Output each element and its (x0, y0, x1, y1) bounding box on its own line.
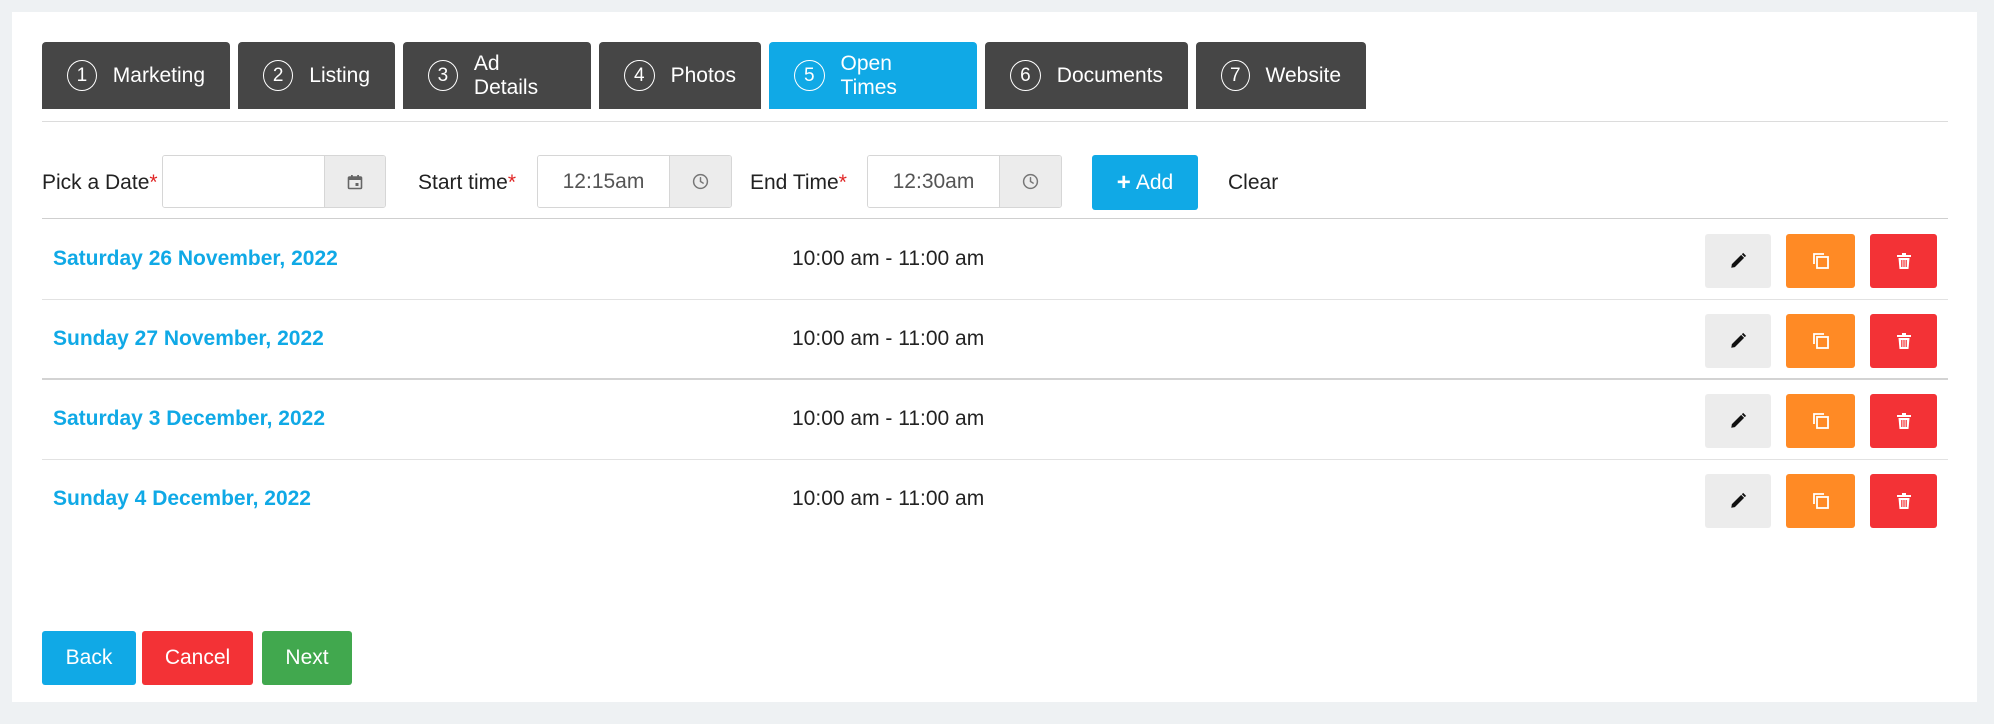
trash-icon (1896, 253, 1911, 269)
tab-open-times[interactable]: 5 Open Times (769, 42, 977, 109)
copy-icon (1812, 333, 1829, 349)
edit-button[interactable] (1705, 474, 1771, 528)
start-time-label: Start time* (418, 171, 517, 194)
end-time-input[interactable] (868, 156, 999, 207)
tab-label: Ad Details (473, 51, 539, 99)
open-time-range: 10:00 am - 11:00 am (792, 327, 985, 350)
back-button[interactable]: Back (42, 631, 136, 685)
calendar-icon (347, 174, 363, 189)
date-input[interactable] (163, 156, 324, 207)
add-button-label: Add (1135, 170, 1174, 194)
list-item: Sunday 4 December, 2022 10:00 am - 11:00… (42, 460, 1948, 540)
start-time-input[interactable] (538, 156, 669, 207)
required-mark: * (838, 171, 847, 194)
tab-photos[interactable]: 4 Photos (599, 42, 761, 109)
cancel-button[interactable]: Cancel (142, 631, 253, 685)
end-time-picker (867, 155, 1062, 208)
plus-icon: + (1116, 168, 1131, 196)
duplicate-button[interactable] (1786, 234, 1855, 288)
tab-listing[interactable]: 2 Listing (238, 42, 395, 109)
date-picker (162, 155, 386, 208)
open-times-list: Saturday 26 November, 2022 10:00 am - 11… (42, 220, 1948, 540)
next-button[interactable]: Next (262, 631, 352, 685)
trash-icon (1896, 333, 1911, 349)
step-number: 2 (263, 60, 294, 91)
tab-documents[interactable]: 6 Documents (985, 42, 1188, 109)
step-number: 5 (794, 60, 825, 91)
step-number: 4 (624, 60, 655, 91)
pencil-icon (1731, 332, 1747, 348)
start-time-clock-button[interactable] (669, 156, 731, 207)
tab-ad-details[interactable]: 3 Ad Details (403, 42, 591, 109)
tab-label: Photos (670, 63, 736, 87)
clock-icon (692, 173, 709, 190)
duplicate-button[interactable] (1786, 394, 1855, 448)
tab-website[interactable]: 7 Website (1196, 42, 1366, 109)
end-time-label: End Time* (750, 171, 847, 194)
list-item: Sunday 27 November, 2022 10:00 am - 11:0… (42, 300, 1948, 380)
open-time-date[interactable]: Sunday 4 December, 2022 (53, 487, 311, 511)
tab-label: Documents (1056, 63, 1163, 87)
tab-label: Marketing (112, 63, 205, 87)
calendar-button[interactable] (324, 156, 385, 207)
pencil-icon (1731, 492, 1747, 508)
edit-button[interactable] (1705, 234, 1771, 288)
clock-icon (1022, 173, 1039, 190)
required-mark: * (149, 171, 158, 194)
edit-button[interactable] (1705, 314, 1771, 368)
open-time-date[interactable]: Sunday 27 November, 2022 (53, 327, 324, 351)
step-number: 7 (1221, 60, 1250, 91)
delete-button[interactable] (1870, 234, 1937, 288)
row-actions (1705, 314, 1937, 368)
required-mark: * (507, 171, 517, 194)
delete-button[interactable] (1870, 394, 1937, 448)
row-actions (1705, 234, 1937, 288)
step-number: 6 (1010, 60, 1041, 91)
start-time-picker (537, 155, 732, 208)
duplicate-button[interactable] (1786, 314, 1855, 368)
delete-button[interactable] (1870, 474, 1937, 528)
end-time-clock-button[interactable] (999, 156, 1061, 207)
date-label: Pick a Date* (42, 171, 158, 194)
step-number: 3 (428, 60, 458, 91)
duplicate-button[interactable] (1786, 474, 1855, 528)
open-time-range: 10:00 am - 11:00 am (792, 247, 985, 270)
tab-label: Open Times (840, 51, 897, 99)
copy-icon (1812, 413, 1829, 429)
edit-button[interactable] (1705, 394, 1771, 448)
clear-button[interactable]: Clear (1228, 171, 1278, 195)
copy-icon (1812, 253, 1829, 269)
delete-button[interactable] (1870, 314, 1937, 368)
trash-icon (1896, 493, 1911, 509)
pencil-icon (1731, 412, 1747, 428)
open-time-range: 10:00 am - 11:00 am (792, 407, 985, 430)
add-open-time-button[interactable]: + Add (1092, 155, 1198, 210)
step-number: 1 (67, 60, 97, 91)
copy-icon (1812, 493, 1829, 509)
row-actions (1705, 474, 1937, 528)
trash-icon (1896, 413, 1911, 429)
tab-label: Website (1265, 63, 1341, 87)
open-time-range: 10:00 am - 11:00 am (792, 487, 985, 510)
tab-marketing[interactable]: 1 Marketing (42, 42, 230, 109)
open-time-date[interactable]: Saturday 26 November, 2022 (53, 247, 338, 271)
list-item: Saturday 3 December, 2022 10:00 am - 11:… (42, 380, 1948, 460)
open-times-panel: 1 Marketing 2 Listing 3 Ad Details 4 Pho… (12, 12, 1977, 702)
open-time-date[interactable]: Saturday 3 December, 2022 (53, 407, 325, 431)
pencil-icon (1731, 252, 1747, 268)
tab-label: Listing (309, 63, 370, 87)
step-tabs: 1 Marketing 2 Listing 3 Ad Details 4 Pho… (42, 42, 1948, 122)
list-item: Saturday 26 November, 2022 10:00 am - 11… (42, 220, 1948, 300)
open-time-form: Pick a Date* Start time* 12:15am End Tim… (42, 142, 1948, 219)
row-actions (1705, 394, 1937, 448)
